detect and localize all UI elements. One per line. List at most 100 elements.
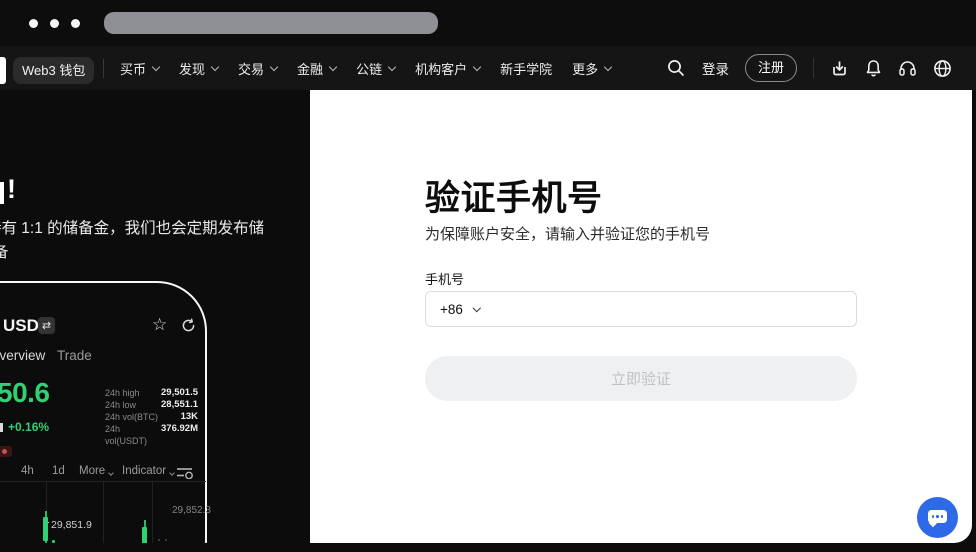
stat-value: 13K — [181, 411, 198, 423]
support-headset-icon[interactable] — [898, 60, 917, 77]
chart-dot — [165, 539, 167, 541]
nav-item-academy[interactable]: 新手学院 — [490, 59, 562, 78]
screen: Web3 钱包 买币 发现 交易 金融 公链 机构客户 新手学院 更多 登录 注… — [0, 0, 976, 552]
nav-item-label: 更多 — [572, 59, 598, 78]
promo-heading-mark: ! — [7, 174, 16, 205]
phone-number-input[interactable]: +86 — [425, 291, 857, 327]
text-fragment — [0, 423, 3, 432]
stat-row: 24h vol(BTC) 13K — [105, 411, 198, 423]
nav-item-public-chain[interactable]: 公链 — [346, 59, 405, 78]
chart-dot — [158, 539, 160, 541]
star-glyph: ☆ — [152, 315, 167, 334]
market-stats: 24h high 29,501.5 24h low 28,551.1 24h vol… — [105, 387, 198, 435]
chevron-down-icon — [270, 62, 278, 70]
refresh-icon — [181, 318, 196, 333]
window-dot[interactable] — [50, 19, 59, 28]
nav-menu: 买币 发现 交易 金融 公链 机构客户 新手学院 更多 — [110, 46, 621, 90]
stat-value: 29,501.5 — [161, 387, 198, 399]
timeframe-more[interactable]: More — [79, 465, 113, 477]
stat-label: 24h low — [105, 399, 136, 411]
swap-pair-icon: ⇄ — [38, 317, 55, 334]
chat-dot — [936, 515, 939, 518]
phone-field-label: 手机号 — [425, 269, 464, 288]
stat-label: 24h high — [105, 387, 140, 399]
chevron-down-icon — [152, 62, 160, 70]
candle-body — [43, 517, 48, 541]
promo-heading-fragment — [0, 182, 4, 204]
leverage-badge-fragment — [0, 446, 12, 457]
chart-settings-icon[interactable] — [176, 467, 194, 479]
more-label: More — [79, 465, 105, 477]
indicator-label: Indicator — [122, 465, 166, 477]
download-app-icon[interactable] — [830, 59, 849, 78]
nav-item-buy-crypto[interactable]: 买币 — [110, 59, 169, 78]
price-value: 50.6 — [0, 377, 50, 409]
indicator-button[interactable]: Indicator — [122, 465, 174, 477]
nav-item-more[interactable]: 更多 — [562, 59, 621, 78]
divider — [103, 59, 104, 78]
tab-trade: Trade — [57, 348, 92, 363]
page-title: 验证手机号 — [425, 170, 603, 221]
chevron-down-icon — [108, 470, 114, 476]
logo-fragment — [0, 57, 6, 84]
search-icon[interactable] — [666, 58, 686, 78]
chevron-down-icon — [388, 62, 396, 70]
window-dot[interactable] — [29, 19, 38, 28]
nav-item-label: 买币 — [120, 59, 146, 78]
chart-gridline — [152, 481, 153, 543]
badge-dot — [2, 449, 7, 454]
verify-phone-panel: 验证手机号 为保障账户安全，请输入并验证您的手机号 手机号 +86 立即验证 — [310, 90, 972, 543]
top-nav: Web3 钱包 买币 发现 交易 金融 公链 机构客户 新手学院 更多 登录 注… — [0, 46, 976, 90]
stat-value: 28,551.1 — [161, 399, 198, 411]
chevron-down-icon — [604, 62, 612, 70]
chevron-down-icon — [329, 62, 337, 70]
stat-value: 376.92M — [161, 423, 198, 435]
stat-label: 24h vol(BTC) — [105, 411, 158, 423]
country-code-select[interactable]: +86 — [440, 302, 463, 317]
swap-glyph: ⇄ — [42, 319, 51, 332]
chevron-down-icon — [169, 470, 175, 476]
nav-item-label: 机构客户 — [415, 59, 467, 78]
nav-right-cluster: 登录 注册 — [666, 46, 952, 90]
chat-dot — [932, 515, 935, 518]
nav-item-finance[interactable]: 金融 — [287, 59, 346, 78]
promo-text-line1: 持有 1:1 的储备金，我们也会定期发布储 — [0, 216, 264, 238]
browser-titlebar — [0, 0, 976, 46]
tab-overview: Overview — [0, 348, 45, 363]
stat-row: 24h low 28,551.1 — [105, 399, 198, 411]
axis-label: 29,851.9 — [51, 519, 92, 531]
window-dot[interactable] — [71, 19, 80, 28]
chevron-down-icon — [473, 304, 481, 312]
verify-now-button[interactable]: 立即验证 — [425, 356, 857, 401]
timeframe-1d[interactable]: 1d — [52, 465, 65, 477]
axis-label: 29,852.3 — [172, 505, 211, 516]
stat-label: 24h vol(USDT) — [105, 423, 161, 435]
timeframe-4h[interactable]: 4h — [21, 465, 34, 477]
address-bar[interactable] — [104, 12, 438, 34]
chart-gridline — [103, 481, 104, 543]
nav-item-discover[interactable]: 发现 — [169, 59, 228, 78]
bottom-edge — [0, 543, 976, 552]
chevron-down-icon — [473, 62, 481, 70]
stat-row: 24h high 29,501.5 — [105, 387, 198, 399]
register-button[interactable]: 注册 — [745, 54, 797, 82]
nav-item-label: 金融 — [297, 59, 323, 78]
notifications-bell-icon[interactable] — [865, 59, 882, 78]
price-change-percent: +0.16% — [8, 420, 49, 434]
stat-row: 24h vol(USDT)376.92M — [105, 423, 198, 435]
page-subtitle: 为保障账户安全，请输入并验证您的手机号 — [425, 223, 710, 244]
login-button[interactable]: 登录 — [702, 58, 729, 78]
favorite-star-icon: ☆ — [152, 315, 167, 335]
nav-item-trade[interactable]: 交易 — [228, 59, 287, 78]
nav-item-label: 交易 — [238, 59, 264, 78]
live-chat-button[interactable] — [917, 497, 958, 538]
nav-item-label: 公链 — [356, 59, 382, 78]
web3-wallet-tab[interactable]: Web3 钱包 — [13, 57, 94, 84]
nav-item-label: 新手学院 — [500, 59, 552, 78]
divider — [813, 58, 814, 78]
nav-item-label: 发现 — [179, 59, 205, 78]
chat-dot — [941, 515, 944, 518]
chevron-down-icon — [211, 62, 219, 70]
language-globe-icon[interactable] — [933, 59, 952, 78]
nav-item-institutional[interactable]: 机构客户 — [405, 59, 490, 78]
